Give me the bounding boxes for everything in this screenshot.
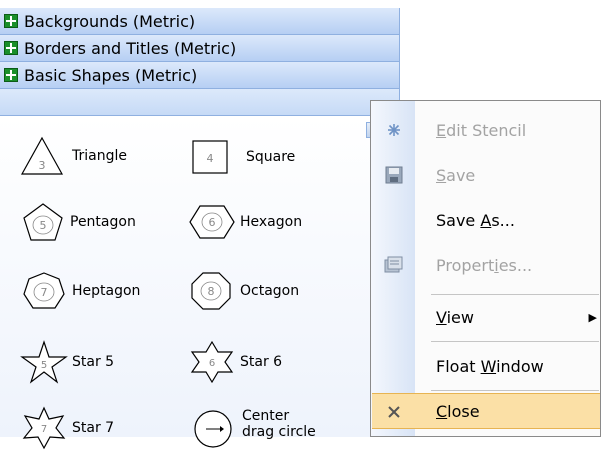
menu-item-properties[interactable]: Properties... bbox=[372, 246, 600, 284]
svg-text:7: 7 bbox=[41, 286, 48, 299]
menu-item-edit-stencil[interactable]: Edit Stencil bbox=[372, 111, 600, 149]
stencil-header-borders-and-titles[interactable]: Borders and Titles (Metric) bbox=[0, 35, 400, 62]
stencil-icon bbox=[4, 41, 18, 55]
shape-star-5[interactable]: 5 Star 5 bbox=[20, 340, 114, 384]
shapes-area: 3 Triangle 4 Square 5 Pentagon 6 Hexagon… bbox=[0, 116, 400, 450]
stencil-title: Borders and Titles (Metric) bbox=[24, 38, 237, 58]
shape-hexagon[interactable]: 6 Hexagon bbox=[188, 204, 302, 240]
shape-triangle[interactable]: 3 Triangle bbox=[20, 136, 127, 176]
stencil-title: Basic Shapes (Metric) bbox=[24, 65, 198, 85]
shape-square[interactable]: 4 Square bbox=[190, 138, 295, 176]
menu-item-label: Close bbox=[436, 401, 480, 421]
shape-label: Hexagon bbox=[240, 214, 303, 230]
menu-item-label: View bbox=[436, 307, 474, 327]
menu-separator bbox=[431, 390, 599, 391]
shape-pentagon[interactable]: 5 Pentagon bbox=[22, 202, 136, 242]
shape-octagon[interactable]: 8 Octagon bbox=[190, 271, 299, 311]
svg-text:4: 4 bbox=[207, 152, 214, 165]
shape-label: Pentagon bbox=[70, 214, 136, 230]
svg-text:8: 8 bbox=[208, 285, 215, 298]
heptagon-shape-icon: 7 bbox=[23, 272, 65, 309]
triangle-shape-icon: 3 bbox=[20, 136, 64, 175]
shape-label: Center drag circle bbox=[242, 408, 316, 440]
context-menu: Edit Stencil Save Save As... Properties.… bbox=[370, 100, 601, 437]
center-drag-circle-shape-icon bbox=[194, 410, 232, 448]
star7-shape-icon: 7 bbox=[22, 406, 66, 450]
stencil-icon bbox=[4, 14, 18, 28]
svg-text:3: 3 bbox=[39, 159, 46, 172]
menu-item-float-window[interactable]: Float Window bbox=[372, 347, 600, 385]
shape-label-line1: Center bbox=[242, 408, 290, 424]
menu-item-label: Float Window bbox=[436, 356, 544, 376]
shape-label: Octagon bbox=[240, 283, 300, 299]
shape-star-6[interactable]: 6 Star 6 bbox=[188, 340, 282, 384]
stencil-header-backgrounds[interactable]: Backgrounds (Metric) bbox=[0, 8, 400, 35]
star6-shape-icon: 6 bbox=[190, 340, 234, 384]
shape-label-line2: drag circle bbox=[242, 424, 316, 440]
menu-item-label: Edit Stencil bbox=[436, 120, 527, 140]
svg-text:7: 7 bbox=[41, 424, 47, 435]
menu-item-save-as[interactable]: Save As... bbox=[372, 201, 600, 239]
menu-separator bbox=[431, 294, 599, 295]
save-icon bbox=[384, 165, 404, 185]
shape-label: Square bbox=[246, 149, 296, 165]
menu-separator bbox=[431, 341, 599, 342]
close-icon bbox=[384, 402, 404, 422]
shape-label: Star 5 bbox=[72, 354, 115, 370]
menu-item-view[interactable]: View ▶ bbox=[372, 298, 600, 336]
star5-shape-icon: 5 bbox=[20, 340, 68, 384]
shape-label: Star 7 bbox=[72, 420, 115, 436]
menu-item-label: Save bbox=[436, 165, 476, 185]
shape-label: Star 6 bbox=[240, 354, 283, 370]
shape-star-7[interactable]: 7 Star 7 bbox=[20, 406, 114, 450]
menu-item-save[interactable]: Save bbox=[372, 156, 600, 194]
svg-text:5: 5 bbox=[40, 219, 47, 232]
stencil-header-active-bottom bbox=[0, 89, 400, 116]
stencil-icon bbox=[4, 68, 18, 82]
octagon-shape-icon: 8 bbox=[191, 272, 231, 310]
menu-item-label: Properties... bbox=[436, 255, 533, 275]
menu-item-label: Save As... bbox=[436, 210, 515, 230]
shape-center-drag-circle[interactable]: Center drag circle bbox=[192, 408, 316, 450]
edit-stencil-icon bbox=[384, 120, 404, 140]
submenu-arrow-icon: ▶ bbox=[588, 310, 597, 324]
stencil-panel: Backgrounds (Metric) Borders and Titles … bbox=[0, 0, 400, 450]
square-shape-icon: 4 bbox=[192, 140, 228, 174]
shape-label: Heptagon bbox=[72, 283, 141, 299]
hexagon-shape-icon: 6 bbox=[189, 205, 235, 239]
svg-text:5: 5 bbox=[41, 360, 47, 371]
pentagon-shape-icon: 5 bbox=[23, 203, 63, 241]
svg-text:6: 6 bbox=[209, 216, 216, 229]
shape-label: Triangle bbox=[72, 148, 127, 164]
svg-text:6: 6 bbox=[209, 358, 215, 369]
menu-item-close[interactable]: Close bbox=[372, 393, 600, 429]
stencil-header-basic-shapes[interactable]: Basic Shapes (Metric) bbox=[0, 62, 400, 89]
shape-heptagon[interactable]: 7 Heptagon bbox=[22, 271, 140, 311]
stencil-title: Backgrounds (Metric) bbox=[24, 11, 196, 31]
properties-icon bbox=[384, 255, 404, 275]
